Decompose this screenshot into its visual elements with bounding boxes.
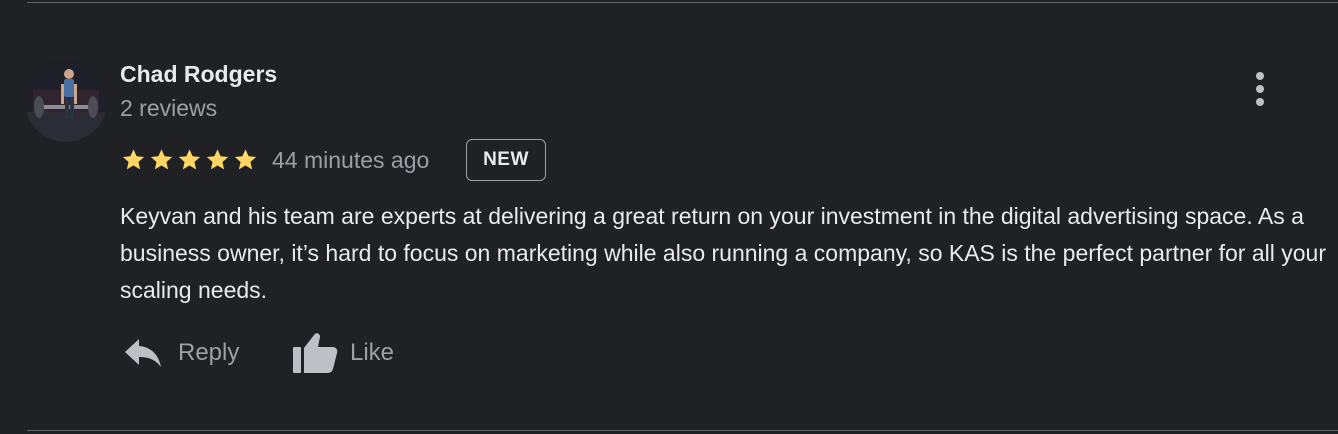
more-options-button[interactable] — [1245, 68, 1275, 110]
more-vertical-icon-dot — [1256, 85, 1264, 93]
author-review-count[interactable]: 2 reviews — [120, 95, 217, 122]
review-timestamp: 44 minutes ago — [272, 147, 430, 173]
star-icon — [150, 149, 173, 170]
reply-button[interactable]: Reply — [124, 330, 239, 376]
star-icon — [234, 149, 257, 170]
more-vertical-icon — [1256, 72, 1264, 80]
reply-arrow-icon — [125, 339, 161, 367]
author-name[interactable]: Chad Rodgers — [120, 61, 277, 88]
star-icon — [206, 149, 229, 170]
thumbs-up-icon — [293, 333, 338, 373]
star-icon — [122, 149, 145, 170]
avatar-photo — [25, 60, 107, 142]
like-button[interactable]: Like — [292, 330, 394, 376]
star-icon — [178, 149, 201, 170]
reply-label: Reply — [178, 339, 240, 366]
top-divider — [27, 2, 1338, 3]
more-vertical-icon-dot — [1256, 98, 1264, 106]
bottom-divider — [27, 430, 1338, 431]
star-rating — [120, 147, 259, 173]
like-label: Like — [350, 339, 395, 366]
avatar[interactable] — [25, 60, 107, 142]
review-text: Keyvan and his team are experts at deliv… — [120, 203, 1326, 303]
new-badge: NEW — [466, 139, 546, 181]
